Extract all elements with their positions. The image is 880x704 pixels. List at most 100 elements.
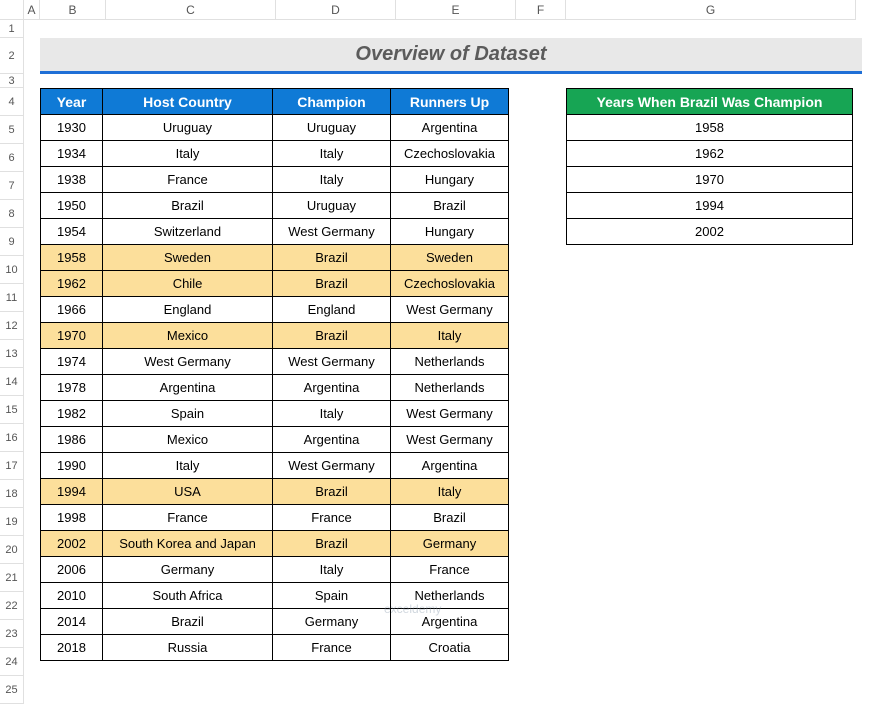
cell-year[interactable]: 1970: [567, 167, 853, 193]
cell-champ[interactable]: Brazil: [273, 271, 391, 297]
cell-year[interactable]: 1966: [41, 297, 103, 323]
cell-run[interactable]: Argentina: [391, 609, 509, 635]
row-header-15[interactable]: 15: [0, 396, 24, 424]
table-row[interactable]: 2010South AfricaSpainNetherlands: [41, 583, 509, 609]
cell-year[interactable]: 1958: [567, 115, 853, 141]
cell-champ[interactable]: Italy: [273, 401, 391, 427]
cell-host[interactable]: Switzerland: [103, 219, 273, 245]
table-row[interactable]: 1962ChileBrazilCzechoslovakia: [41, 271, 509, 297]
table-row[interactable]: 1930UruguayUruguayArgentina: [41, 115, 509, 141]
cell-run[interactable]: Brazil: [391, 505, 509, 531]
main-header-year[interactable]: Year: [41, 89, 103, 115]
table-row[interactable]: 1970: [567, 167, 853, 193]
row-header-12[interactable]: 12: [0, 312, 24, 340]
select-all-corner[interactable]: [0, 0, 24, 20]
cell-champ[interactable]: Argentina: [273, 427, 391, 453]
cell-run[interactable]: West Germany: [391, 297, 509, 323]
cell-year[interactable]: 1994: [567, 193, 853, 219]
cell-champ[interactable]: Brazil: [273, 245, 391, 271]
col-header-B[interactable]: B: [40, 0, 106, 20]
cell-year[interactable]: 1970: [41, 323, 103, 349]
cell-host[interactable]: Argentina: [103, 375, 273, 401]
cell-champ[interactable]: England: [273, 297, 391, 323]
cell-host[interactable]: Italy: [103, 141, 273, 167]
cell-run[interactable]: Netherlands: [391, 583, 509, 609]
table-row[interactable]: 1990ItalyWest GermanyArgentina: [41, 453, 509, 479]
cell-host[interactable]: Uruguay: [103, 115, 273, 141]
cell-host[interactable]: Spain: [103, 401, 273, 427]
cell-run[interactable]: France: [391, 557, 509, 583]
row-header-3[interactable]: 3: [0, 74, 24, 88]
cell-run[interactable]: Argentina: [391, 115, 509, 141]
cell-year[interactable]: 2014: [41, 609, 103, 635]
row-header-8[interactable]: 8: [0, 200, 24, 228]
table-row[interactable]: 1982SpainItalyWest Germany: [41, 401, 509, 427]
cell-year[interactable]: 1962: [567, 141, 853, 167]
cell-champ[interactable]: Argentina: [273, 375, 391, 401]
cell-year[interactable]: 1962: [41, 271, 103, 297]
cell-champ[interactable]: Uruguay: [273, 193, 391, 219]
cell-year[interactable]: 2018: [41, 635, 103, 661]
cell-host[interactable]: France: [103, 167, 273, 193]
col-header-A[interactable]: A: [24, 0, 40, 20]
cell-year[interactable]: 1986: [41, 427, 103, 453]
table-row[interactable]: 2002: [567, 219, 853, 245]
cell-champ[interactable]: France: [273, 505, 391, 531]
cell-champ[interactable]: Uruguay: [273, 115, 391, 141]
row-header-2[interactable]: 2: [0, 38, 24, 74]
main-header-host-country[interactable]: Host Country: [103, 89, 273, 115]
cell-run[interactable]: Argentina: [391, 453, 509, 479]
cell-host[interactable]: South Korea and Japan: [103, 531, 273, 557]
cell-champ[interactable]: Brazil: [273, 479, 391, 505]
row-header-7[interactable]: 7: [0, 172, 24, 200]
table-row[interactable]: 1958: [567, 115, 853, 141]
cell-host[interactable]: Russia: [103, 635, 273, 661]
row-header-11[interactable]: 11: [0, 284, 24, 312]
row-header-5[interactable]: 5: [0, 116, 24, 144]
cell-run[interactable]: Croatia: [391, 635, 509, 661]
cell-run[interactable]: Italy: [391, 323, 509, 349]
row-header-18[interactable]: 18: [0, 480, 24, 508]
table-row[interactable]: 2018RussiaFranceCroatia: [41, 635, 509, 661]
side-table-header[interactable]: Years When Brazil Was Champion: [567, 89, 853, 115]
table-row[interactable]: 1978ArgentinaArgentinaNetherlands: [41, 375, 509, 401]
table-row[interactable]: 1958SwedenBrazilSweden: [41, 245, 509, 271]
cell-champ[interactable]: Italy: [273, 557, 391, 583]
row-header-14[interactable]: 14: [0, 368, 24, 396]
row-header-10[interactable]: 10: [0, 256, 24, 284]
cell-champ[interactable]: Brazil: [273, 531, 391, 557]
table-row[interactable]: 2014BrazilGermanyArgentina: [41, 609, 509, 635]
cell-champ[interactable]: West Germany: [273, 219, 391, 245]
cell-year[interactable]: 1990: [41, 453, 103, 479]
cell-year[interactable]: 1978: [41, 375, 103, 401]
cell-run[interactable]: Netherlands: [391, 375, 509, 401]
cell-host[interactable]: Mexico: [103, 427, 273, 453]
cell-year[interactable]: 1994: [41, 479, 103, 505]
cell-year[interactable]: 2010: [41, 583, 103, 609]
cell-run[interactable]: Germany: [391, 531, 509, 557]
cell-year[interactable]: 2002: [41, 531, 103, 557]
cell-run[interactable]: Hungary: [391, 167, 509, 193]
row-header-23[interactable]: 23: [0, 620, 24, 648]
table-row[interactable]: 1962: [567, 141, 853, 167]
cell-champ[interactable]: Brazil: [273, 323, 391, 349]
cell-champ[interactable]: West Germany: [273, 349, 391, 375]
row-header-13[interactable]: 13: [0, 340, 24, 368]
cell-year[interactable]: 1950: [41, 193, 103, 219]
cell-run[interactable]: West Germany: [391, 401, 509, 427]
table-row[interactable]: 1998FranceFranceBrazil: [41, 505, 509, 531]
cell-year[interactable]: 1982: [41, 401, 103, 427]
cell-run[interactable]: Brazil: [391, 193, 509, 219]
row-header-4[interactable]: 4: [0, 88, 24, 116]
cell-champ[interactable]: France: [273, 635, 391, 661]
row-header-25[interactable]: 25: [0, 676, 24, 704]
table-row[interactable]: 1950BrazilUruguayBrazil: [41, 193, 509, 219]
cell-year[interactable]: 1930: [41, 115, 103, 141]
col-header-E[interactable]: E: [396, 0, 516, 20]
row-header-9[interactable]: 9: [0, 228, 24, 256]
table-row[interactable]: 1994USABrazilItaly: [41, 479, 509, 505]
cell-host[interactable]: Brazil: [103, 609, 273, 635]
cell-run[interactable]: Czechoslovakia: [391, 141, 509, 167]
col-header-F[interactable]: F: [516, 0, 566, 20]
cell-run[interactable]: Netherlands: [391, 349, 509, 375]
